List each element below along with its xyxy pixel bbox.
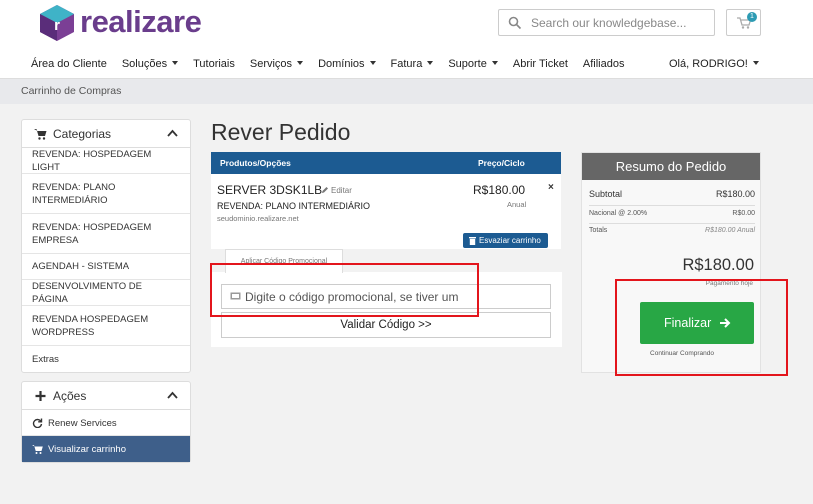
chevron-up-icon <box>167 129 178 137</box>
subtotal-row: Subtotal R$180.00 <box>589 189 755 201</box>
nav-suporte[interactable]: Suporte <box>448 58 498 74</box>
nav-dominios[interactable]: Domínios <box>318 58 376 74</box>
nav-solucoes[interactable]: Soluções <box>121 58 179 74</box>
categories-panel: Categorias REVENDA: HOSPEDAGEM LIGHT REV… <box>21 119 191 373</box>
categories-header[interactable]: Categorias <box>22 120 190 148</box>
totals-value: R$180.00 Anual <box>705 227 755 234</box>
nav-solucoes-label: Soluções <box>121 58 168 70</box>
category-item[interactable]: DESENVOLVIMENTO DE PÁGINA <box>22 280 190 306</box>
brand-name[interactable]: realizare <box>80 4 202 40</box>
remove-item-button[interactable]: × <box>548 182 554 193</box>
actions-panel: Ações Renew Services Visualizar carrinho <box>21 381 191 463</box>
cart-icon <box>34 129 47 140</box>
annotation-box-checkout <box>615 279 788 376</box>
product-price: R$180.00 <box>473 183 526 197</box>
tax-row: Nacional @ 2.00% R$0.00 <box>589 210 755 220</box>
empty-cart-button[interactable]: Esvaziar carrinho <box>463 233 548 248</box>
realizare-logo[interactable]: r <box>38 4 76 42</box>
category-item[interactable]: Extras <box>22 346 190 372</box>
user-menu[interactable]: Olá, RODRIGO! <box>669 58 759 70</box>
breadcrumb-bar: Carrinho de Compras <box>0 78 813 104</box>
tax-value: R$0.00 <box>732 210 755 217</box>
nav-fatura[interactable]: Fatura <box>391 58 434 74</box>
col-products-header: Produtos/Opções <box>220 158 291 168</box>
annotation-box-promo <box>210 263 479 317</box>
nav-area-cliente[interactable]: Área do Cliente <box>31 58 107 74</box>
caret-down-icon <box>297 61 304 65</box>
search-box[interactable] <box>498 9 715 36</box>
tax-label: Nacional @ 2.00% <box>589 210 648 217</box>
action-renew-label: Renew Services <box>48 418 117 429</box>
cart-table: Produtos/Opções Preço/Ciclo SERVER 3DSK1… <box>211 152 561 249</box>
search-input[interactable] <box>531 13 709 32</box>
nav-abrir-ticket[interactable]: Abrir Ticket <box>513 58 568 74</box>
totals-row: Totals R$180.00 Anual <box>589 227 755 237</box>
refresh-icon <box>32 418 43 428</box>
cart-count-badge: 1 <box>747 12 757 22</box>
nav-servicos-label: Serviços <box>249 58 293 70</box>
action-view-cart[interactable]: Visualizar carrinho <box>22 436 190 462</box>
product-group: REVENDA: PLANO INTERMEDIÁRIO <box>217 201 371 211</box>
edit-label: Editar <box>331 186 352 195</box>
pencil-icon <box>322 187 328 193</box>
product-name: SERVER 3DSK1LB <box>217 183 323 197</box>
nav-fatura-label: Fatura <box>390 58 423 70</box>
category-item[interactable]: REVENDA: HOSPEDAGEM EMPRESA <box>22 214 190 254</box>
breadcrumb[interactable]: Carrinho de Compras <box>21 85 121 97</box>
action-renew-services[interactable]: Renew Services <box>22 410 190 436</box>
summary-divider <box>589 223 755 224</box>
total-due: R$180.00 <box>682 256 754 274</box>
actions-title: Ações <box>53 389 87 403</box>
nav-afiliados[interactable]: Afiliados <box>583 58 625 74</box>
col-price-header: Preço/Ciclo <box>478 158 525 168</box>
nav-servicos[interactable]: Serviços <box>249 58 304 74</box>
product-domain: seudominio.realizare.net <box>217 214 299 223</box>
nav-suporte-label: Suporte <box>448 58 487 70</box>
nav-dominios-label: Domínios <box>318 58 365 70</box>
caret-down-icon <box>172 61 179 65</box>
logo-letter: r <box>54 17 60 34</box>
nav-tutoriais[interactable]: Tutoriais <box>193 58 235 74</box>
cart-icon <box>32 445 43 454</box>
summary-title: Resumo do Pedido <box>582 153 760 180</box>
caret-down-icon <box>427 61 434 65</box>
category-item[interactable]: REVENDA HOSPEDAGEM WORDPRESS <box>22 306 190 346</box>
subtotal-label: Subtotal <box>589 189 623 199</box>
category-item[interactable]: REVENDA: PLANO INTERMEDIÁRIO <box>22 174 190 214</box>
top-header: r realizare 1 Área do Cliente Soluções T… <box>0 0 813 78</box>
actions-header[interactable]: Ações <box>22 382 190 410</box>
action-view-cart-label: Visualizar carrinho <box>48 444 126 455</box>
totals-label: Totals <box>589 227 608 234</box>
plus-icon <box>35 391 46 401</box>
empty-cart-label: Esvaziar carrinho <box>479 236 541 245</box>
edit-item-link[interactable]: Editar <box>321 186 352 195</box>
summary-divider <box>589 205 755 206</box>
page-title: Rever Pedido <box>211 119 351 145</box>
user-greeting: Olá, RODRIGO! <box>669 58 748 70</box>
categories-title: Categorias <box>53 127 112 141</box>
category-item[interactable]: REVENDA: HOSPEDAGEM LIGHT <box>22 148 190 174</box>
search-icon <box>508 16 522 30</box>
cart-table-header: Produtos/Opções Preço/Ciclo <box>211 152 561 174</box>
caret-down-icon <box>369 61 376 65</box>
subtotal-value: R$180.00 <box>715 189 755 199</box>
chevron-up-icon <box>167 391 178 399</box>
main-nav: Área do Cliente Soluções Tutoriais Servi… <box>31 58 639 74</box>
caret-down-icon <box>491 61 498 65</box>
caret-down-icon <box>752 61 759 65</box>
product-cycle: Anual <box>507 200 527 209</box>
cart-button[interactable]: 1 <box>726 9 761 36</box>
category-item[interactable]: AGENDAH - SISTEMA <box>22 254 190 280</box>
trash-icon <box>469 237 476 245</box>
